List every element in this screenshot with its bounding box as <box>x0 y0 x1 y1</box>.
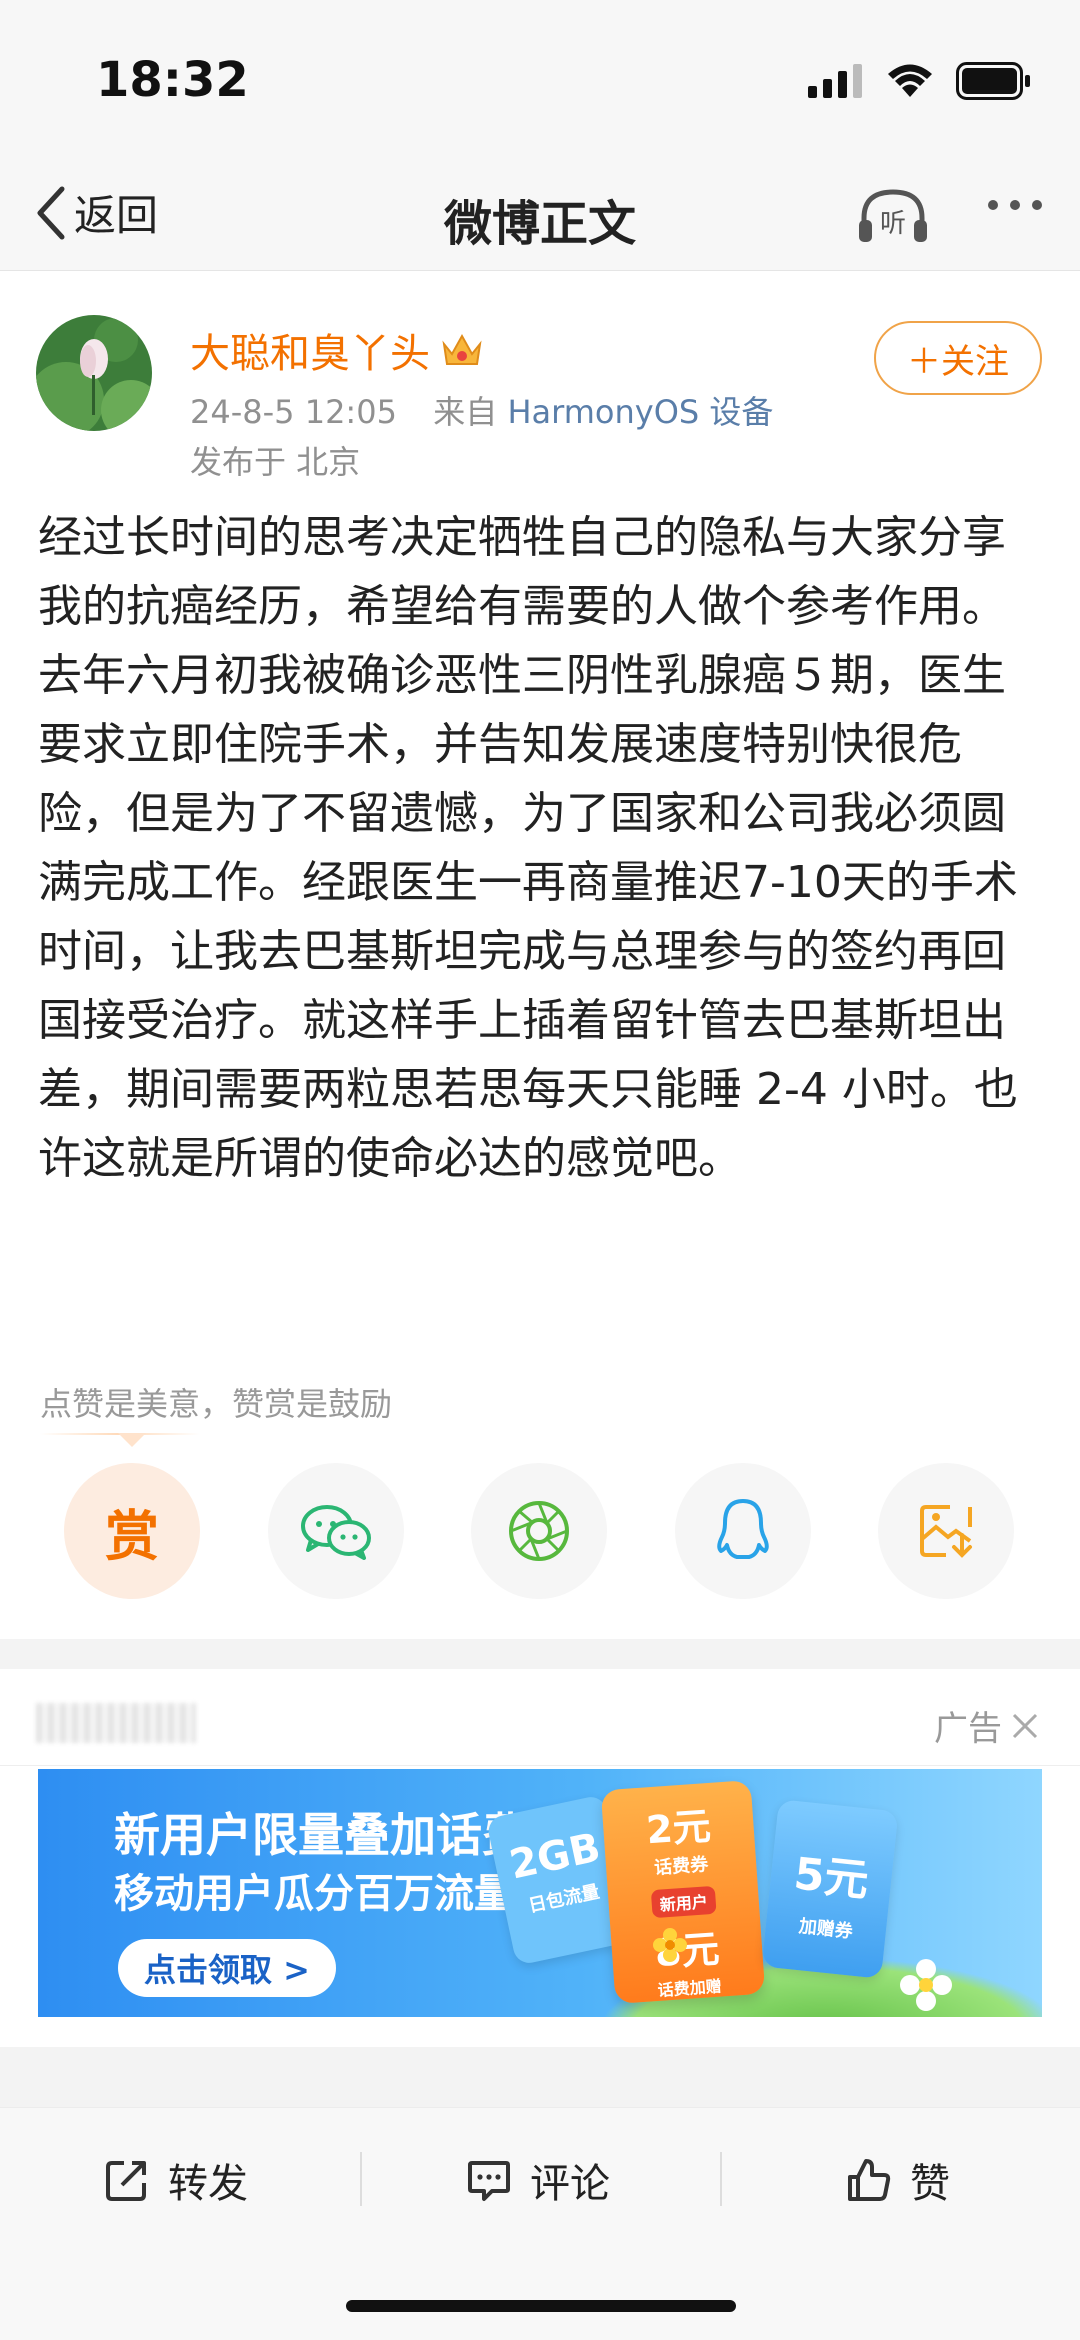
nav-bar: 返回 微博正文 听 <box>0 160 1080 271</box>
status-icons <box>808 62 1032 100</box>
comment-button[interactable]: 评论 <box>466 2150 610 2210</box>
ad-banner[interactable]: 新用户限量叠加话费福利 移动用户瓜分百万流量 点击领取 > 2GB 日包流量 2… <box>38 1769 1042 2017</box>
section-separator <box>0 2047 1080 2077</box>
share-qq-button[interactable] <box>674 1463 811 1599</box>
avatar-image <box>36 315 152 431</box>
ad-ticket-5yuan-value: 5元 <box>791 1848 871 1907</box>
listen-button[interactable]: 听 <box>856 184 930 250</box>
more-dot-icon <box>1010 200 1020 210</box>
ad-label-text: 广告 <box>934 1709 1002 1749</box>
ad-advertiser-name <box>36 1703 196 1743</box>
source-device-link[interactable]: HarmonyOS 设备 <box>507 393 773 431</box>
like-label: 赞 <box>910 2161 950 2207</box>
avatar[interactable] <box>36 315 152 431</box>
headphones-icon: 听 <box>859 189 927 242</box>
home-indicator <box>346 2300 736 2312</box>
more-dot-icon <box>988 200 998 210</box>
share-row: 赏 <box>64 1463 1014 1599</box>
more-options-button[interactable] <box>988 200 1042 210</box>
moments-aperture-icon <box>509 1501 569 1561</box>
ad-ticket-orange: 2元 话费券 新用户 8元 话费加赠 <box>600 1780 766 2004</box>
hint-arrow <box>118 1433 146 1447</box>
save-image-icon <box>920 1505 972 1558</box>
save-image-button[interactable] <box>878 1463 1014 1599</box>
status-time: 18:32 <box>96 52 249 108</box>
post-meta: 24-8-5 12:05 来自 HarmonyOS 设备 <box>190 387 773 433</box>
thumbs-up-icon <box>848 2159 891 2201</box>
qq-penguin-icon <box>716 1499 769 1559</box>
ad-subline: 移动用户瓜分百万流量 <box>114 1871 514 1917</box>
post-card: 大聪和臭丫头 24-8-5 12:05 来自 HarmonyOS 设备 发布于 … <box>0 271 1080 1639</box>
close-icon[interactable] <box>1010 1711 1040 1741</box>
repost-icon <box>106 2161 146 2201</box>
wifi-icon <box>888 64 932 97</box>
share-wechat-button[interactable] <box>267 1463 404 1599</box>
comment-icon <box>468 2161 510 2201</box>
action-divider <box>720 2152 722 2206</box>
ad-ticket-5yuan-sub: 加赠券 <box>797 1916 854 1943</box>
source-prefix: 来自 <box>433 393 498 431</box>
ad-cta-button[interactable]: 点击领取 > <box>118 1939 336 1997</box>
wechat-icon <box>300 1505 371 1560</box>
post-body: 经过长时间的思考决定牺牲自己的隐私与大家分享我的抗癌经历，希望给有需要的人做个参… <box>38 512 1018 1184</box>
repost-label: 转发 <box>168 2161 248 2207</box>
status-bar: 18:32 <box>0 0 1080 160</box>
author-name[interactable]: 大聪和臭丫头 <box>190 321 484 379</box>
more-dot-icon <box>1032 200 1042 210</box>
battery-icon <box>956 62 1030 100</box>
ad-ticket-new-user: 新用户 <box>650 1885 717 1919</box>
share-moments-button[interactable] <box>471 1463 607 1599</box>
author-name-label: 大聪和臭丫头 <box>190 331 430 377</box>
reward-hint: 点赞是美意，赞赏是鼓励 <box>40 1385 393 1423</box>
comment-label: 评论 <box>530 2161 610 2207</box>
ad-label: 广告 <box>934 1701 1040 1750</box>
crown-badge-icon <box>442 333 482 365</box>
cellular-signal-icon <box>808 64 862 98</box>
svg-text:听: 听 <box>880 209 906 239</box>
daisy-decor-icon <box>900 1959 952 2011</box>
ad-ticket-5yuan: 5元 加赠券 <box>761 1799 899 1979</box>
repost-button[interactable]: 转发 <box>104 2150 248 2210</box>
reward-icon: 赏 <box>105 1504 159 1568</box>
post-location: 发布于 北京 <box>190 443 361 481</box>
like-button[interactable]: 赞 <box>846 2150 950 2210</box>
follow-button[interactable]: ＋关注 <box>874 321 1042 395</box>
post-date: 24-8-5 12:05 <box>190 393 397 431</box>
flower-decor-icon <box>653 1928 687 1962</box>
ad-divider <box>0 1765 1080 1766</box>
reward-button[interactable]: 赏 <box>64 1463 200 1599</box>
ad-card[interactable]: 广告 新用户限量叠加话费福利 移动用户瓜分百万流量 点击领取 > 2GB 日包流… <box>0 1669 1080 2047</box>
action-divider <box>360 2152 362 2206</box>
